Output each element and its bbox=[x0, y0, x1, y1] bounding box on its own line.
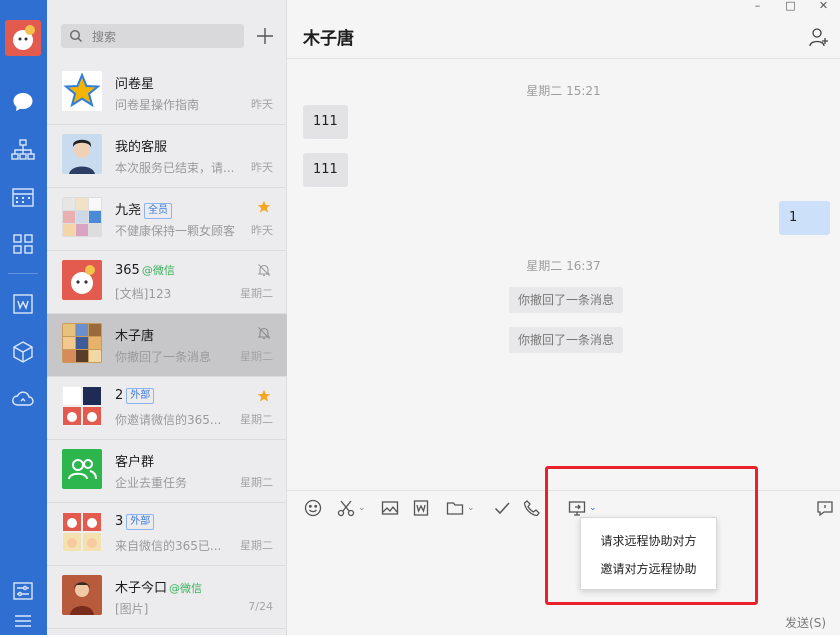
conversation-snippet: 不健康保持一颗女顾客 bbox=[115, 224, 236, 238]
mute-bell-icon bbox=[257, 264, 271, 277]
conversation-name: 木子唐 bbox=[115, 329, 155, 344]
conversation-snippet: 来自微信的365已... bbox=[115, 539, 222, 553]
group-avatar bbox=[62, 386, 102, 426]
star-icon bbox=[257, 389, 271, 402]
send-button[interactable]: 发送(S) bbox=[785, 614, 826, 631]
conversation-time: 星期二 bbox=[240, 413, 273, 426]
cartoon-avatar bbox=[62, 260, 102, 300]
conversation-name: 问卷星 bbox=[115, 77, 155, 92]
conversation-item[interactable]: 客户群 企业去重任务 星期二 bbox=[47, 440, 287, 503]
left-rail bbox=[0, 0, 47, 635]
conversation-time: 昨天 bbox=[251, 224, 273, 237]
conversation-snippet: 企业去重任务 bbox=[115, 476, 188, 490]
doc-w-icon[interactable] bbox=[10, 291, 36, 317]
group-avatar bbox=[62, 323, 102, 363]
conversation-name: 3 外部 bbox=[115, 514, 155, 530]
conversation-snippet: [图片] bbox=[115, 602, 149, 616]
mute-bell-icon bbox=[257, 327, 271, 340]
system-notice: 你撤回了一条消息 bbox=[509, 327, 624, 353]
conversation-snippet: 你邀请微信的365... bbox=[115, 413, 222, 427]
photo-avatar bbox=[62, 575, 102, 615]
add-member-icon[interactable] bbox=[808, 26, 830, 48]
service-agent-avatar bbox=[62, 134, 102, 174]
word-doc-icon[interactable] bbox=[411, 498, 431, 518]
rail-divider bbox=[8, 273, 38, 274]
conversation-time: 昨天 bbox=[251, 161, 273, 174]
maximize-button[interactable]: □ bbox=[774, 0, 807, 14]
timestamp: 星期二 16:37 bbox=[526, 259, 601, 273]
cube-icon[interactable] bbox=[10, 339, 36, 365]
apps-grid-icon[interactable] bbox=[10, 231, 36, 257]
conversation-snippet: [文档]123 bbox=[115, 287, 172, 301]
conversation-item[interactable]: 365 @微信 [文档]123 星期二 bbox=[47, 251, 287, 314]
conversation-time: 星期二 bbox=[240, 287, 273, 300]
conversation-name: 365 @微信 bbox=[115, 263, 175, 278]
window-controls: – □ ✕ bbox=[741, 0, 840, 14]
my-avatar[interactable] bbox=[5, 20, 41, 56]
star-logo-avatar bbox=[62, 71, 102, 111]
chat-history-icon[interactable] bbox=[815, 498, 835, 518]
menu-icon[interactable] bbox=[10, 608, 36, 634]
emoji-icon[interactable] bbox=[303, 498, 323, 518]
conversation-item[interactable]: 我的客服 本次服务已结束，请... 昨天 bbox=[47, 125, 287, 188]
conversation-item[interactable]: 3 外部 来自微信的365已... 星期二 bbox=[47, 503, 287, 566]
conversation-item-selected[interactable]: 木子唐 你撤回了一条消息 星期二 bbox=[47, 314, 287, 377]
message-bubble-incoming[interactable]: 111 bbox=[303, 153, 348, 187]
conversation-time: 星期二 bbox=[240, 476, 273, 489]
search-icon bbox=[69, 29, 82, 42]
wechat-label: @微信 bbox=[169, 582, 203, 595]
conversation-snippet: 问卷星操作指南 bbox=[115, 98, 200, 112]
conversation-item[interactable]: 问卷星 问卷星操作指南 昨天 bbox=[47, 62, 287, 125]
star-icon bbox=[257, 200, 271, 213]
conversation-snippet: 你撤回了一条消息 bbox=[115, 350, 212, 364]
screenshot-icon[interactable]: ⌄ bbox=[336, 498, 366, 518]
conversation-item[interactable]: 九尧 全员 不健康保持一颗女顾客 昨天 bbox=[47, 188, 287, 251]
conversation-snippet: 本次服务已结束，请... bbox=[115, 161, 235, 175]
conversation-time: 7/24 bbox=[248, 600, 273, 613]
message-bubble-outgoing[interactable]: 1 bbox=[779, 201, 830, 235]
checkmark-icon[interactable] bbox=[492, 498, 512, 518]
conversation-time: 昨天 bbox=[251, 98, 273, 111]
conversation-item[interactable]: 木子今口 @微信 [图片] 7/24 bbox=[47, 566, 287, 629]
settings-sliders-icon[interactable] bbox=[10, 578, 36, 604]
image-icon[interactable] bbox=[380, 498, 400, 518]
highlight-box bbox=[545, 466, 758, 605]
member-tag: 全员 bbox=[144, 203, 173, 219]
org-tree-icon[interactable] bbox=[10, 137, 36, 163]
timestamp: 星期二 15:21 bbox=[526, 84, 601, 98]
system-notice: 你撤回了一条消息 bbox=[509, 287, 624, 313]
group-avatar bbox=[62, 197, 102, 237]
chat-title: 木子唐 bbox=[303, 29, 354, 49]
folder-icon[interactable]: ⌄ bbox=[445, 498, 475, 518]
external-tag: 外部 bbox=[126, 388, 155, 404]
conversation-name: 2 外部 bbox=[115, 388, 155, 404]
customer-group-avatar bbox=[62, 449, 102, 489]
conversation-name: 客户群 bbox=[115, 455, 155, 470]
minimize-button[interactable]: – bbox=[741, 0, 774, 14]
cloud-icon[interactable] bbox=[10, 386, 36, 412]
conversation-name: 木子今口 @微信 bbox=[115, 581, 203, 596]
conversation-time: 星期二 bbox=[240, 539, 273, 552]
chat-icon[interactable] bbox=[10, 89, 36, 115]
add-plus-icon[interactable] bbox=[253, 24, 277, 48]
conversation-list: 搜索 问卷星 问卷星操作指南 昨天 我的客服 本次服务已结束，请... 昨天 九… bbox=[47, 0, 287, 635]
phone-icon[interactable] bbox=[522, 498, 542, 518]
wechat-label: @微信 bbox=[141, 264, 175, 277]
group-avatar bbox=[62, 512, 102, 552]
close-button[interactable]: ✕ bbox=[807, 0, 840, 14]
conversation-time: 星期二 bbox=[240, 350, 273, 363]
header-divider bbox=[287, 58, 840, 59]
calendar-icon[interactable] bbox=[10, 184, 36, 210]
external-tag: 外部 bbox=[126, 514, 155, 530]
search-placeholder: 搜索 bbox=[92, 30, 117, 44]
conversation-name: 我的客服 bbox=[115, 140, 168, 155]
conversation-name: 九尧 全员 bbox=[115, 199, 173, 219]
conversation-item[interactable]: 2 外部 你邀请微信的365... 星期二 bbox=[47, 377, 287, 440]
chat-panel: – □ ✕ 木子唐 星期二 15:21 111 111 1 星期二 16:37 … bbox=[287, 0, 840, 635]
chevron-down-icon: ⌄ bbox=[358, 503, 366, 513]
message-bubble-incoming[interactable]: 111 bbox=[303, 105, 348, 139]
chevron-down-icon: ⌄ bbox=[467, 503, 475, 513]
search-input[interactable]: 搜索 bbox=[61, 24, 244, 48]
